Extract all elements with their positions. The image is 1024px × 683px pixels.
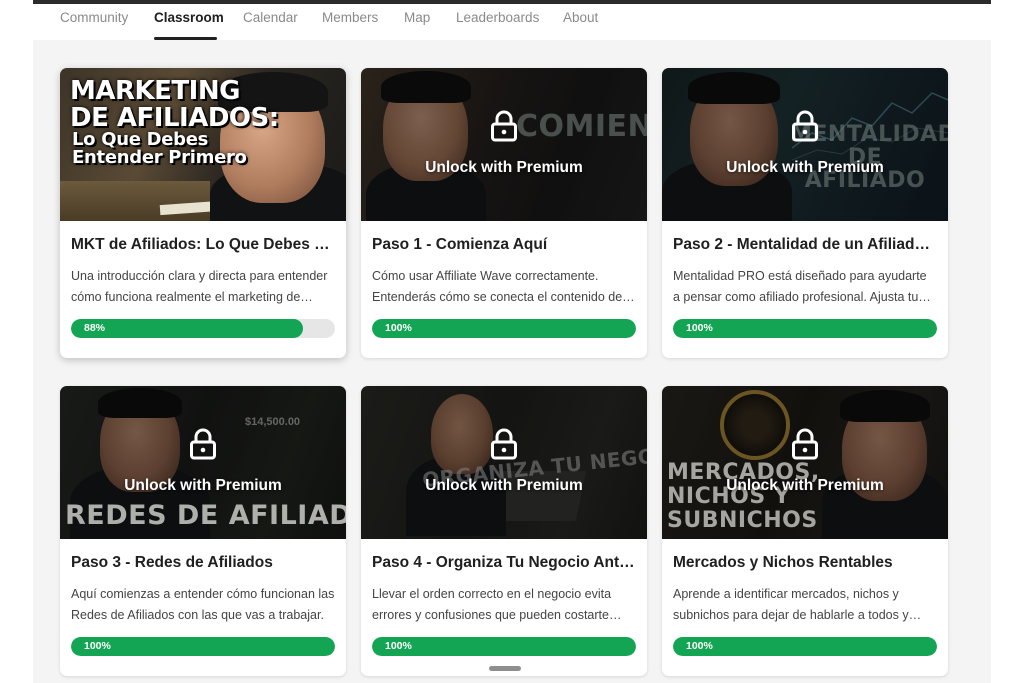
course-cover-title: MARKETING DE AFILIADOS: Lo Que Debes Ent… bbox=[70, 76, 279, 169]
tab-calendar[interactable]: Calendar bbox=[243, 10, 298, 25]
course-title: Paso 2 - Mentalidad de un Afiliado Profe… bbox=[673, 236, 937, 253]
unlock-premium-label: Unlock with Premium bbox=[726, 477, 884, 494]
course-grid: MARKETING DE AFILIADOS: Lo Que Debes Ent… bbox=[33, 40, 991, 683]
course-title: Mercados y Nichos Rentables bbox=[673, 554, 893, 571]
course-card[interactable]: MERCADOS, NICHOS Y SUBNICHOS Unlock with… bbox=[662, 386, 948, 676]
course-title: MKT de Afiliados: Lo Que Debes Entender … bbox=[71, 236, 335, 253]
lock-icon bbox=[190, 428, 216, 460]
progress-fill: 100% bbox=[71, 637, 335, 656]
course-thumbnail: $14,500.00 REDES DE AFILIADOS Unlock wit… bbox=[60, 386, 346, 539]
course-title: Paso 3 - Redes de Afiliados bbox=[71, 554, 273, 571]
course-thumbnail: MARKETING DE AFILIADOS: Lo Que Debes Ent… bbox=[60, 68, 346, 221]
course-description: Aprende a identificar mercados, nichos y… bbox=[673, 587, 909, 622]
unlock-premium-label: Unlock with Premium bbox=[425, 477, 583, 494]
course-card[interactable]: COMIENZA AQUÍ Unlock with Premium Paso 1… bbox=[361, 68, 647, 358]
progress-label: 100% bbox=[686, 640, 713, 652]
progress-bar: 100% bbox=[673, 319, 937, 338]
classroom-nav: Community Classroom Calendar Members Map… bbox=[33, 4, 991, 40]
course-description: Llevar el orden correcto en el negocio e… bbox=[372, 587, 612, 622]
progress-bar: 100% bbox=[673, 637, 937, 656]
progress-fill: 100% bbox=[673, 319, 937, 338]
course-card[interactable]: MENTALIDAD DE AFILIADO Unlock with Premi… bbox=[662, 68, 948, 358]
course-description: Cómo usar Affiliate Wave correctamente. … bbox=[372, 269, 636, 304]
course-description: Mentalidad PRO está diseñado para ayudar… bbox=[673, 269, 927, 304]
progress-label: 88% bbox=[84, 322, 106, 334]
cover-text: MERCADOS, NICHOS Y SUBNICHOS bbox=[667, 460, 820, 534]
tab-leaderboards[interactable]: Leaderboards bbox=[456, 10, 539, 25]
lock-icon bbox=[792, 428, 818, 460]
unlock-premium-label: Unlock with Premium bbox=[726, 159, 884, 176]
course-title: Paso 4 - Organiza Tu Negocio Antes de Co… bbox=[372, 554, 636, 571]
unlock-premium-label: Unlock with Premium bbox=[425, 159, 583, 176]
tab-community[interactable]: Community bbox=[60, 10, 128, 25]
course-thumbnail: ORGANIZA TU NEGOCIO ANTES COMENZAR Unloc… bbox=[361, 386, 647, 539]
cover-text: REDES DE AFILIADOS bbox=[65, 500, 346, 531]
progress-fill: 100% bbox=[673, 637, 937, 656]
progress-fill: 100% bbox=[372, 637, 636, 656]
progress-label: 100% bbox=[686, 322, 713, 334]
progress-bar: 88% bbox=[71, 319, 335, 338]
unlock-premium-label: Unlock with Premium bbox=[124, 477, 282, 494]
course-card[interactable]: ORGANIZA TU NEGOCIO ANTES COMENZAR Unloc… bbox=[361, 386, 647, 676]
scroll-handle[interactable] bbox=[489, 666, 521, 671]
tab-classroom[interactable]: Classroom bbox=[154, 10, 224, 25]
tab-members[interactable]: Members bbox=[322, 10, 378, 25]
progress-label: 100% bbox=[385, 640, 412, 652]
lock-icon bbox=[491, 428, 517, 460]
progress-bar: 100% bbox=[372, 637, 636, 656]
lock-icon bbox=[792, 110, 818, 142]
progress-fill: 100% bbox=[372, 319, 636, 338]
progress-label: 100% bbox=[385, 322, 412, 334]
course-thumbnail: MERCADOS, NICHOS Y SUBNICHOS Unlock with… bbox=[662, 386, 948, 539]
course-description: Aquí comienzas a entender cómo funcionan… bbox=[71, 587, 335, 622]
tab-map[interactable]: Map bbox=[404, 10, 430, 25]
progress-bar: 100% bbox=[71, 637, 335, 656]
course-card[interactable]: MARKETING DE AFILIADOS: Lo Que Debes Ent… bbox=[60, 68, 346, 358]
progress-bar: 100% bbox=[372, 319, 636, 338]
progress-label: 100% bbox=[84, 640, 111, 652]
course-thumbnail: COMIENZA AQUÍ Unlock with Premium bbox=[361, 68, 647, 221]
course-thumbnail: MENTALIDAD DE AFILIADO Unlock with Premi… bbox=[662, 68, 948, 221]
course-card[interactable]: $14,500.00 REDES DE AFILIADOS Unlock wit… bbox=[60, 386, 346, 676]
tab-about[interactable]: About bbox=[563, 10, 598, 25]
course-description: Una introducción clara y directa para en… bbox=[71, 269, 328, 304]
progress-fill: 88% bbox=[71, 319, 304, 338]
lock-icon bbox=[491, 110, 517, 142]
course-title: Paso 1 - Comienza Aquí bbox=[372, 236, 548, 253]
